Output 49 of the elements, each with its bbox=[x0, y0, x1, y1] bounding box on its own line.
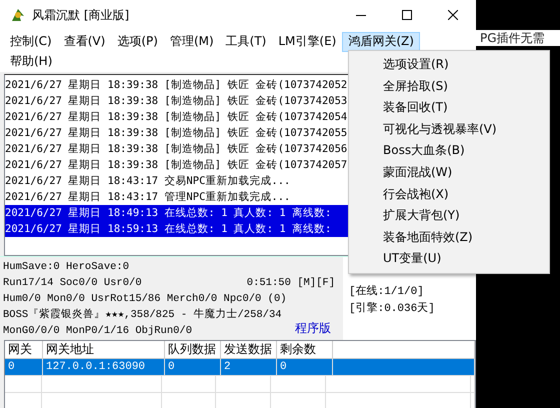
log-line[interactable]: 2021/6/27 星期日 18:39:38 [制造物品] 铁匠 金砖(1073742053 bbox=[5, 93, 350, 109]
menu-item[interactable]: 鸿盾网关(Z) bbox=[342, 32, 420, 52]
column-header[interactable]: 网关地址 bbox=[43, 341, 165, 358]
table-cell: 0 bbox=[8, 361, 15, 373]
log-line[interactable]: 2021/6/27 星期日 18:43:17 管理NPC重新加载完成... bbox=[5, 189, 292, 205]
status-clock: 0:51:50 [M][F] bbox=[246, 276, 335, 291]
menu-item[interactable]: 管理(M) bbox=[164, 32, 220, 52]
log-line[interactable]: 2021/6/27 星期日 18:39:38 [制造物品] 铁匠 金砖(1073742052 bbox=[5, 77, 350, 93]
version-text: 程序版 bbox=[295, 320, 331, 337]
status-text: Run17/14 Soc0/0 Usr0/0 bbox=[3, 276, 142, 291]
log-line[interactable]: 2021/6/27 星期日 18:43:17 交易NPC重新加载完成... bbox=[5, 173, 292, 189]
app-logo-icon bbox=[10, 7, 26, 23]
close-icon bbox=[448, 10, 458, 20]
table-cell: 0 bbox=[168, 361, 175, 373]
dropdown-item[interactable]: Boss大血条(B) bbox=[349, 140, 549, 162]
dropdown-item[interactable]: 行会战袍(X) bbox=[349, 184, 549, 206]
status-text: MonG0/0/0 MonP0/1/16 ObjRun0/0 bbox=[3, 324, 192, 339]
status-label: [在线:1/1/0] bbox=[349, 285, 424, 300]
log-line[interactable]: 2021/6/27 星期日 18:39:38 [制造物品] 铁匠 金砖(1073742054 bbox=[5, 109, 350, 125]
status-text: BOSS『紫霞银炎兽』★★★,358/825 - 牛魔力士/258/34 bbox=[3, 307, 282, 323]
menu-item[interactable]: LM引擎(E) bbox=[272, 32, 342, 52]
dropdown-item[interactable]: 全屏拾取(S) bbox=[349, 76, 549, 98]
menu-item[interactable]: 查看(V) bbox=[58, 32, 112, 52]
maximize-icon bbox=[402, 10, 412, 20]
column-header[interactable]: 发送数据 bbox=[221, 341, 277, 358]
window-title: 风霜沉默 [商业版] bbox=[32, 6, 130, 24]
dropdown-item[interactable]: UT变量(U) bbox=[349, 248, 549, 270]
log-line[interactable]: 2021/6/27 星期日 18:39:38 [制造物品] 铁匠 金砖(1073742055 bbox=[5, 125, 350, 141]
dropdown-item[interactable]: 装备回收(T) bbox=[349, 97, 549, 119]
background-window-text: PG插件无需 bbox=[480, 30, 545, 46]
table-row[interactable]: 0 127.0.0.1:63090 0 2 0 bbox=[5, 359, 475, 376]
table-cell: 2 bbox=[224, 361, 231, 373]
dropdown-item[interactable]: 可视化与透视暴率(V) bbox=[349, 118, 549, 140]
menu-item[interactable]: 选项(P) bbox=[111, 32, 164, 52]
dropdown-item[interactable]: 选项设置(R) bbox=[349, 54, 549, 76]
dropdown-item[interactable]: 蒙面混战(W) bbox=[349, 162, 549, 184]
table-cell: 127.0.0.1:63090 bbox=[46, 361, 146, 373]
menu-item[interactable]: 控制(C) bbox=[4, 32, 58, 52]
column-header[interactable]: 网关 bbox=[5, 341, 43, 358]
column-header[interactable]: 剩余数 bbox=[277, 341, 333, 358]
status-text: HumSave:0 HeroSave:0 bbox=[3, 260, 130, 275]
menu-item[interactable]: 工具(T) bbox=[220, 32, 272, 52]
status-text: Hum0/0 Mon0/0 UsrRot15/86 Merch0/0 Npc0/0 (0) bbox=[3, 292, 287, 307]
table-cell: 0 bbox=[280, 361, 287, 373]
log-line[interactable]: 2021/6/27 星期日 18:39:38 [制造物品] 铁匠 金砖(1073742057 bbox=[5, 157, 350, 173]
log-line[interactable]: 2021/6/27 星期日 18:39:38 [制造物品] 铁匠 金砖(1073742056 bbox=[5, 141, 350, 157]
menu-item[interactable]: 帮助(H) bbox=[4, 52, 58, 72]
status-label: [引擎:0.036天] bbox=[349, 302, 435, 317]
column-header[interactable]: 队列数据 bbox=[165, 341, 221, 358]
